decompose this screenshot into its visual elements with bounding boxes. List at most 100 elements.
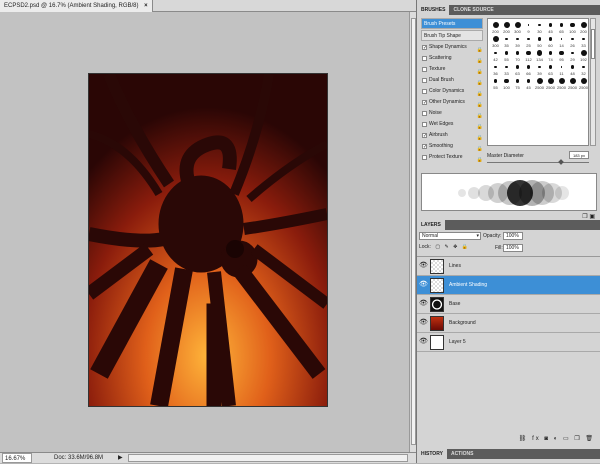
brush-preset[interactable]: 33 (501, 63, 512, 76)
document-tab[interactable]: ECPSD2.psd @ 16.7% (Ambient Shading, RGB… (0, 0, 153, 12)
brush-preset[interactable]: 35 (501, 35, 512, 48)
layer-thumbnail[interactable] (430, 278, 444, 293)
checkbox[interactable] (422, 89, 427, 94)
eye-icon[interactable]: 👁 (419, 319, 428, 327)
brush-preset[interactable]: 39 (534, 63, 545, 76)
layer-row-lines[interactable]: 👁 Lines (417, 257, 600, 276)
brush-preset[interactable]: 55 (501, 49, 512, 62)
brush-preset[interactable]: 39 (512, 35, 523, 48)
brush-preset[interactable]: 112 (523, 49, 534, 62)
tab-actions[interactable]: ACTIONS (447, 449, 478, 459)
brush-preset[interactable]: 11 (556, 63, 567, 76)
brush-preset[interactable]: 100 (501, 77, 512, 90)
brush-preset[interactable]: 36 (490, 63, 501, 76)
brush-preset[interactable]: 2500 (545, 77, 556, 90)
eye-icon[interactable]: 👁 (419, 281, 428, 289)
layer-thumbnail[interactable] (430, 259, 444, 274)
checkbox[interactable] (422, 56, 427, 61)
brush-preset[interactable]: 42 (490, 49, 501, 62)
layer-name[interactable]: Ambient Shading (449, 282, 487, 288)
brush-preset[interactable]: 32 (578, 63, 588, 76)
layer-name[interactable]: Base (449, 301, 460, 307)
layer-row-background[interactable]: 👁 Background (417, 314, 600, 333)
layer-name[interactable]: Background (449, 320, 476, 326)
brush-preset[interactable]: 2500 (534, 77, 545, 90)
brush-preset[interactable]: 29 (567, 49, 578, 62)
brush-preset[interactable]: 33 (578, 35, 588, 48)
brush-option-texture[interactable]: Texture 🔒 (421, 64, 483, 75)
brush-option-shape-dynamics[interactable]: ✓ Shape Dynamics 🔒 (421, 42, 483, 53)
zoom-field[interactable]: 16.67% (2, 453, 32, 463)
layer-name[interactable]: Lines (449, 263, 461, 269)
brush-preset[interactable]: 2500 (578, 77, 588, 90)
brush-preset[interactable]: 60 (545, 35, 556, 48)
slider-knob[interactable] (558, 159, 565, 165)
brush-option-color-dynamics[interactable]: Color Dynamics 🔒 (421, 86, 483, 97)
new-brush-icon[interactable]: ❒ ▣ (582, 213, 595, 220)
lock-all-icon[interactable]: 🔒 (462, 244, 468, 250)
layer-name[interactable]: Layer 5 (449, 339, 466, 345)
blend-mode-select[interactable]: Normal ▾ (419, 232, 481, 240)
brush-preset[interactable]: 2500 (556, 77, 567, 90)
lock-transparency-icon[interactable]: ▢ (435, 244, 440, 250)
brush-preset[interactable]: 50 (534, 35, 545, 48)
brush-preset[interactable]: 74 (545, 49, 556, 62)
tab-layers[interactable]: LAYERS (417, 220, 445, 230)
opacity-input[interactable]: 100% (503, 232, 523, 240)
brush-preset[interactable]: 55 (490, 77, 501, 90)
brush-preset[interactable]: 65 (556, 21, 567, 34)
eye-icon[interactable]: 👁 (419, 338, 428, 346)
close-icon[interactable]: × (144, 3, 148, 9)
brush-preset[interactable]: 48 (567, 63, 578, 76)
brush-option-protect-texture[interactable]: Protect Texture 🔒 (421, 152, 483, 163)
layer-thumbnail[interactable] (430, 297, 444, 312)
brush-preset[interactable]: 9 (523, 21, 534, 34)
brush-preset[interactable]: 200 (501, 21, 512, 34)
layer-row-base[interactable]: 👁 Base (417, 295, 600, 314)
vertical-scrollbar[interactable] (409, 12, 416, 452)
brush-option-noise[interactable]: Noise 🔒 (421, 108, 483, 119)
tab-clone-source[interactable]: CLONE SOURCE (449, 5, 497, 15)
brush-preset[interactable]: 100 (567, 21, 578, 34)
lock-icon[interactable]: 🔒 (477, 155, 483, 166)
brush-option-dual-brush[interactable]: Dual Brush 🔒 (421, 75, 483, 86)
brush-preset[interactable]: 26 (567, 35, 578, 48)
brush-option-smoothing[interactable]: ✓ Smoothing 🔒 (421, 141, 483, 152)
checkbox[interactable]: ✓ (422, 100, 427, 106)
artwork-canvas[interactable] (89, 74, 327, 406)
eye-icon[interactable]: 👁 (419, 262, 428, 270)
brush-preset[interactable]: 30 (534, 21, 545, 34)
canvas-area[interactable] (0, 12, 409, 452)
lock-position-icon[interactable]: ✥ (453, 244, 457, 250)
brush-preset[interactable]: 25 (523, 35, 534, 48)
checkbox[interactable] (422, 67, 427, 72)
brush-preset[interactable]: 45 (523, 77, 534, 90)
layer-row-layer-5[interactable]: 👁 Layer 5 (417, 333, 600, 352)
brush-preset[interactable]: 2500 (567, 77, 578, 90)
brush-preset[interactable]: 200 (490, 21, 501, 34)
brush-preset[interactable]: 45 (545, 21, 556, 34)
status-menu-icon[interactable]: ▶ (118, 453, 123, 463)
brush-preset[interactable]: 63 (545, 63, 556, 76)
checkbox[interactable] (422, 122, 427, 127)
lock-pixels-icon[interactable]: ✎ (444, 244, 448, 250)
brush-preset[interactable]: 300 (512, 21, 523, 34)
brush-presets-item[interactable]: Brush Presets (421, 18, 483, 29)
brush-option-wet-edges[interactable]: Wet Edges 🔒 (421, 119, 483, 130)
checkbox[interactable] (422, 111, 427, 116)
master-diameter-input[interactable]: 183 px (569, 151, 589, 159)
layer-thumbnail[interactable] (430, 316, 444, 331)
tab-history[interactable]: HISTORY (417, 449, 447, 459)
horizontal-scrollbar[interactable] (128, 454, 408, 462)
brush-preset[interactable]: 200 (578, 21, 588, 34)
checkbox[interactable]: ✓ (422, 144, 427, 150)
layers-footer-icons[interactable]: ⛓ fx ◙ ◐ ▭ ❒ 🗑 (519, 435, 595, 442)
brush-preset[interactable]: 192 (578, 49, 588, 62)
scroll-thumb[interactable] (591, 29, 595, 59)
presets-scrollbar[interactable] (590, 18, 596, 146)
checkbox[interactable] (422, 155, 427, 160)
layer-thumbnail[interactable] (430, 335, 444, 350)
brush-tip-shape-item[interactable]: Brush Tip Shape (421, 30, 483, 41)
brush-preset[interactable]: 75 (512, 77, 523, 90)
checkbox[interactable]: ✓ (422, 45, 427, 51)
